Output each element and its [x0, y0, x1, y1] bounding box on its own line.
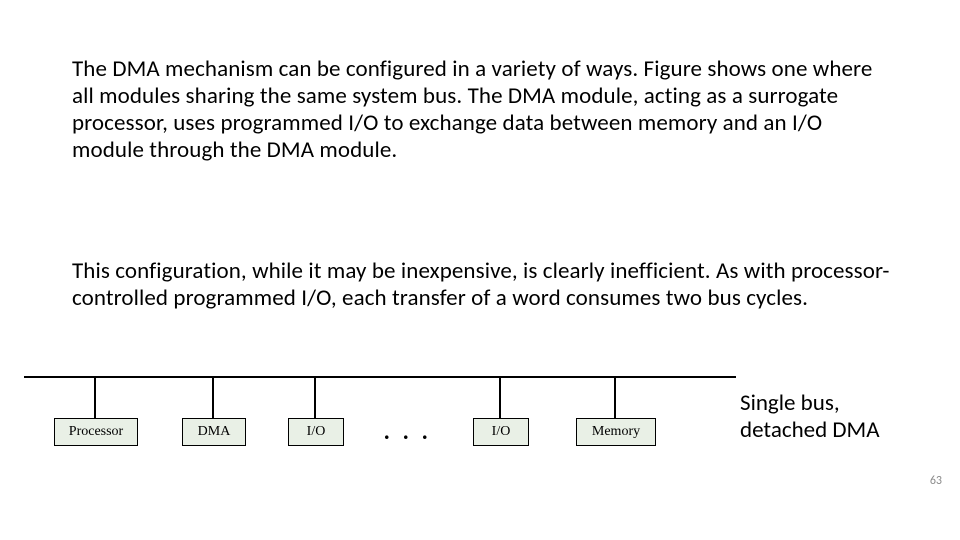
block-label: Processor [54, 418, 138, 446]
bus-connector [94, 378, 96, 418]
bus-connector [499, 378, 501, 418]
bus-connector [314, 378, 316, 418]
ellipsis: . . . [384, 418, 432, 446]
block-io-1: I/O [288, 418, 344, 446]
bus-diagram: Processor DMA I/O . . . I/O Memory [24, 376, 736, 496]
paragraph-2: This configuration, while it may be inex… [72, 258, 892, 312]
system-bus-line [24, 376, 736, 378]
paragraph-1: The DMA mechanism can be configured in a… [72, 56, 892, 165]
block-dma: DMA [182, 418, 246, 446]
block-io-2: I/O [473, 418, 529, 446]
block-memory: Memory [576, 418, 656, 446]
block-label: Memory [576, 418, 656, 446]
diagram-caption: Single bus, detached DMA [740, 390, 920, 444]
page-number: 63 [930, 474, 942, 488]
block-label: I/O [473, 418, 529, 446]
block-processor: Processor [54, 418, 138, 446]
bus-connector [212, 378, 214, 418]
block-label: I/O [288, 418, 344, 446]
slide: The DMA mechanism can be configured in a… [0, 0, 960, 540]
bus-connector [614, 378, 616, 418]
block-label: DMA [182, 418, 246, 446]
